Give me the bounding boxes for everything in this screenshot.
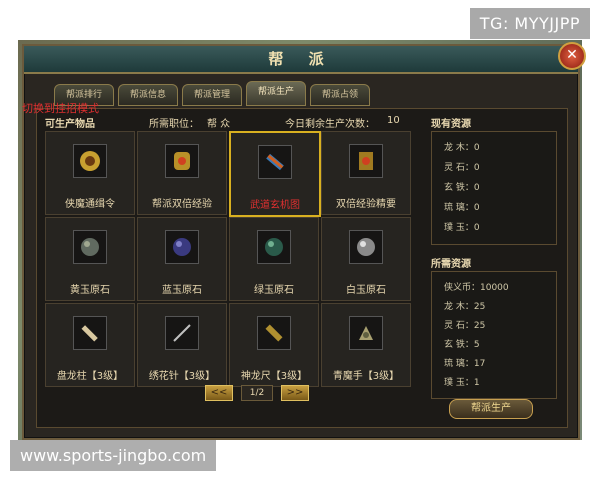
item-label: 双倍经验精要 bbox=[336, 199, 396, 210]
item-label: 绿玉原石 bbox=[254, 285, 294, 296]
required-resources-box: 侠义币：10000 龙 木：25 灵 石：25 玄 铁：5 琉 璃：17 璞 玉… bbox=[431, 271, 557, 399]
item-slot[interactable]: 绣花针【3级】 bbox=[137, 303, 227, 387]
producible-items-label: 可生产物品 bbox=[45, 119, 95, 130]
claw-icon bbox=[349, 316, 383, 350]
resource-line: 琉 璃：0 bbox=[444, 203, 480, 213]
guild-window: 帮 派 ✕ 帮派排行 帮派信息 帮派管理 帮派生产 帮派占领 可生产物品 所需职… bbox=[22, 42, 586, 440]
ruler-icon bbox=[257, 316, 291, 350]
book-icon bbox=[349, 144, 383, 178]
prev-page-button[interactable]: << bbox=[205, 385, 233, 401]
needle-icon bbox=[165, 316, 199, 350]
seal-icon bbox=[73, 144, 107, 178]
item-label: 神龙尺【3级】 bbox=[240, 371, 308, 382]
resource-line: 龙 木：0 bbox=[444, 143, 480, 153]
resource-line: 龙 木：25 bbox=[444, 302, 486, 312]
title-bar: 帮 派 ✕ bbox=[24, 42, 586, 74]
item-label: 帮派双倍经验 bbox=[152, 199, 212, 210]
item-label: 绣花针【3级】 bbox=[148, 371, 216, 382]
ore-icon bbox=[257, 230, 291, 264]
item-label: 盘龙柱【3级】 bbox=[56, 371, 124, 382]
remaining-count-label: 今日剩余生产次数： bbox=[285, 119, 375, 130]
item-slot[interactable]: 蓝玉原石 bbox=[137, 217, 227, 301]
close-icon[interactable]: ✕ bbox=[558, 42, 586, 70]
map-scroll-icon bbox=[258, 145, 292, 179]
required-position-label: 所需职位： bbox=[149, 119, 199, 130]
item-slot[interactable]: 盘龙柱【3级】 bbox=[45, 303, 135, 387]
resource-line: 灵 石：0 bbox=[444, 163, 480, 173]
resource-line: 灵 石：25 bbox=[444, 321, 486, 331]
resources-sidebar: 现有资源 龙 木：0 灵 石：0 玄 铁：0 琉 璃：0 璞 玉：0 所需资源 … bbox=[427, 109, 565, 427]
item-label: 侠魔通缉令 bbox=[65, 199, 115, 210]
item-slot[interactable]: 双倍经验精要 bbox=[321, 131, 411, 215]
item-label: 白玉原石 bbox=[346, 285, 386, 296]
item-slot[interactable]: 侠魔通缉令 bbox=[45, 131, 135, 215]
tab-guild-info[interactable]: 帮派信息 bbox=[118, 84, 178, 106]
resource-line: 侠义币：10000 bbox=[444, 283, 509, 293]
remaining-count-value: 10 bbox=[387, 115, 400, 126]
mode-switch-text[interactable]: 切换到挂招模式 bbox=[22, 100, 99, 116]
resource-line: 璞 玉：0 bbox=[444, 223, 480, 233]
tab-guild-occupation[interactable]: 帮派占领 bbox=[310, 84, 370, 106]
resource-line: 玄 铁：5 bbox=[444, 340, 480, 350]
ore-icon bbox=[165, 230, 199, 264]
item-label: 蓝玉原石 bbox=[162, 285, 202, 296]
item-slot[interactable]: 帮派双倍经验 bbox=[137, 131, 227, 215]
watermark-bottom: www.sports-jingbo.com bbox=[10, 440, 217, 471]
item-label: 黄玉原石 bbox=[70, 285, 110, 296]
item-label: 青魔手【3级】 bbox=[332, 371, 400, 382]
ore-icon bbox=[349, 230, 383, 264]
resource-line: 琉 璃：17 bbox=[444, 359, 486, 369]
ore-icon bbox=[73, 230, 107, 264]
current-resources-title: 现有资源 bbox=[431, 119, 471, 130]
next-page-button[interactable]: >> bbox=[281, 385, 309, 401]
resource-line: 璞 玉：1 bbox=[444, 378, 480, 388]
tab-guild-production[interactable]: 帮派生产 bbox=[246, 81, 306, 106]
resource-line: 玄 铁：0 bbox=[444, 183, 480, 193]
guild-produce-button[interactable]: 帮派生产 bbox=[449, 399, 533, 419]
watermark-top: TG: MYYJJPP bbox=[469, 8, 590, 39]
current-resources-box: 龙 木：0 灵 石：0 玄 铁：0 琉 璃：0 璞 玉：0 bbox=[431, 131, 557, 245]
required-position-value: 帮 众 bbox=[207, 119, 231, 130]
pillar-icon bbox=[73, 316, 107, 350]
item-slot[interactable]: 绿玉原石 bbox=[229, 217, 319, 301]
tab-guild-management[interactable]: 帮派管理 bbox=[182, 84, 242, 106]
item-slot[interactable]: 白玉原石 bbox=[321, 217, 411, 301]
item-slot[interactable]: 青魔手【3级】 bbox=[321, 303, 411, 387]
pagination: << 1/2 >> bbox=[197, 385, 337, 405]
production-panel: 可生产物品 所需职位： 帮 众 今日剩余生产次数： 10 侠魔通缉令 帮派双倍经… bbox=[36, 108, 568, 428]
window-title: 帮 派 bbox=[268, 50, 334, 68]
item-slot-selected[interactable]: 武道玄机图 bbox=[229, 131, 321, 217]
scroll-icon bbox=[165, 144, 199, 178]
page-indicator: 1/2 bbox=[241, 385, 273, 401]
item-slot[interactable]: 黄玉原石 bbox=[45, 217, 135, 301]
item-label: 武道玄机图 bbox=[250, 200, 300, 211]
item-slot[interactable]: 神龙尺【3级】 bbox=[229, 303, 319, 387]
required-resources-title: 所需资源 bbox=[431, 259, 471, 270]
